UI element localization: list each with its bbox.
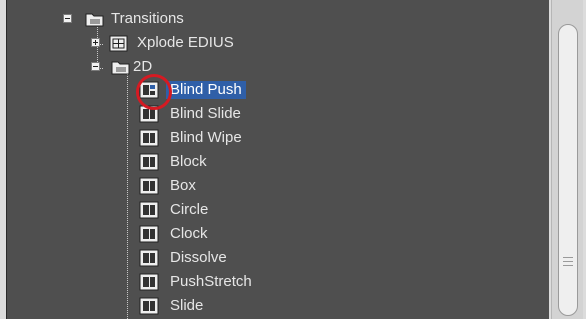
transition-icon: [139, 273, 159, 291]
vertical-scrollbar[interactable]: [551, 0, 583, 319]
transition-icon: [139, 297, 159, 315]
highlight-circle: [136, 74, 172, 110]
tree-item-blind-slide[interactable]: Blind Slide: [7, 102, 549, 126]
scrollbar-grip: [563, 257, 573, 258]
tree-item-label: 2D: [133, 58, 153, 75]
transition-icon: [139, 201, 159, 219]
tree-item-label: Blind Push: [166, 81, 246, 99]
folder-icon: [85, 13, 104, 27]
scrollbar-grip: [563, 261, 573, 262]
tree-item-circle[interactable]: Circle: [7, 198, 549, 222]
tree-item-label: Transitions: [111, 10, 184, 27]
tree-item-label: Xplode EDIUS: [137, 34, 234, 51]
folder-icon: [111, 61, 130, 75]
tree-item-label: PushStretch: [170, 273, 252, 290]
tree-item-2d[interactable]: 2D: [7, 55, 549, 79]
tree-item-slide[interactable]: Slide: [7, 294, 549, 318]
tree-item-label: Block: [170, 153, 207, 170]
transition-icon: [139, 225, 159, 243]
transition-icon: [139, 249, 159, 267]
tree-item-transitions[interactable]: Transitions: [7, 7, 549, 31]
tree-item-label: Circle: [170, 201, 209, 218]
tree-item-label: Blind Slide: [170, 105, 241, 122]
collapse-toggle[interactable]: [91, 62, 100, 71]
collapse-toggle[interactable]: [63, 14, 72, 23]
scrollbar-thumb[interactable]: [558, 24, 578, 316]
transition-icon: [139, 177, 159, 195]
tree-item-label: Dissolve: [170, 249, 227, 266]
transition-icon: [139, 129, 159, 147]
effect-window: Transitions Xplode EDIUS 2D Blind Push B…: [0, 0, 586, 319]
expand-toggle[interactable]: [91, 38, 100, 47]
tree-item-label: Slide: [170, 297, 204, 314]
scrollbar-grip: [563, 265, 573, 266]
tree-item-xplode-edius[interactable]: Xplode EDIUS: [7, 31, 549, 55]
effect-group-icon: [109, 35, 128, 52]
tree-item-box[interactable]: Box: [7, 174, 549, 198]
tree-item-label: Box: [170, 177, 196, 194]
tree-item-blind-wipe[interactable]: Blind Wipe: [7, 126, 549, 150]
tree-item-block[interactable]: Block: [7, 150, 549, 174]
transition-icon: [139, 153, 159, 171]
tree-item-label: Clock: [170, 225, 208, 242]
tree-item-label: Blind Wipe: [170, 129, 242, 146]
tree-item-dissolve[interactable]: Dissolve: [7, 246, 549, 270]
tree-item-blind-push[interactable]: Blind Push: [7, 78, 549, 102]
tree-item-pushstretch[interactable]: PushStretch: [7, 270, 549, 294]
tree-item-clock[interactable]: Clock: [7, 222, 549, 246]
effect-tree[interactable]: Transitions Xplode EDIUS 2D Blind Push B…: [6, 0, 549, 319]
